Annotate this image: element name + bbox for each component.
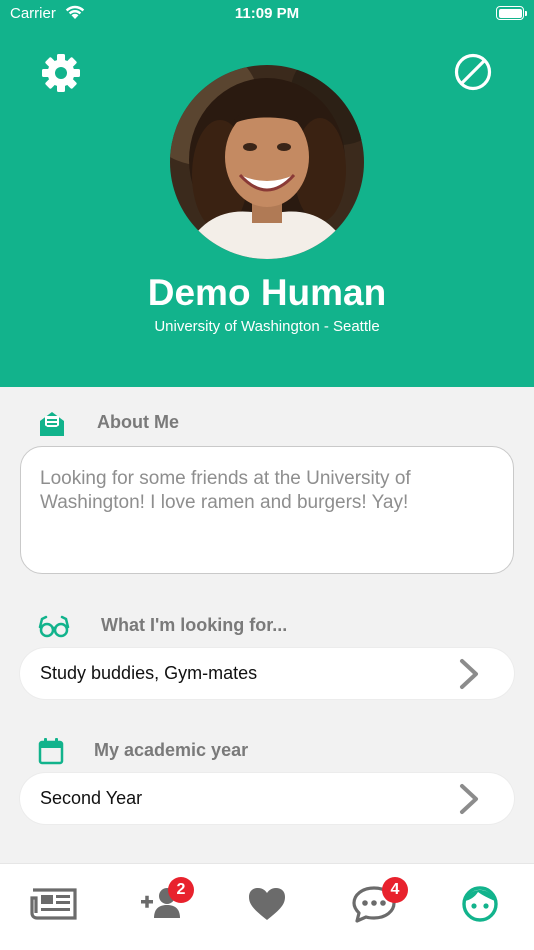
academic-year-row[interactable]: Second Year [20,773,514,824]
avatar[interactable] [170,65,364,259]
friend-requests-badge: 2 [168,877,194,903]
tab-friend-requests[interactable]: 2 [136,877,194,926]
profile-name: Demo Human [147,272,387,313]
status-time: 11:09 PM [234,5,300,22]
avatar-photo [170,65,364,259]
tab-bar: 2 4 [0,863,534,950]
battery-icon [496,6,527,20]
messages-badge: 4 [382,877,408,903]
heart-icon [249,888,285,920]
newspaper-icon [30,888,77,920]
block-icon[interactable] [453,52,493,92]
tab-matches[interactable] [239,880,295,926]
tab-feed[interactable] [25,880,81,926]
chevron-right-icon [460,784,478,814]
academic-year-label: My academic year [94,740,249,760]
envelope-open-icon [40,412,64,436]
looking-for-value: Study buddies, Gym-mates [40,663,258,683]
status-bar: Carrier 11:09 PM [0,0,534,28]
looking-for-row[interactable]: Study buddies, Gym-mates [20,648,514,699]
profile-school: University of Washington - Seattle [154,318,380,335]
face-icon [462,886,498,922]
profile-header: Carrier 11:09 PM Demo Human University o… [0,0,534,387]
glasses-icon [38,615,70,638]
about-me-label: About Me [97,412,179,432]
calendar-icon [38,738,64,765]
gear-icon[interactable] [40,52,82,94]
chevron-right-icon [460,659,478,689]
tab-profile[interactable] [452,880,508,926]
academic-year-value: Second Year [40,788,143,808]
tab-messages[interactable]: 4 [346,877,408,926]
looking-for-label: What I'm looking for... [101,615,288,635]
about-me-textbox[interactable]: Looking for some friends at the Universi… [20,446,514,574]
